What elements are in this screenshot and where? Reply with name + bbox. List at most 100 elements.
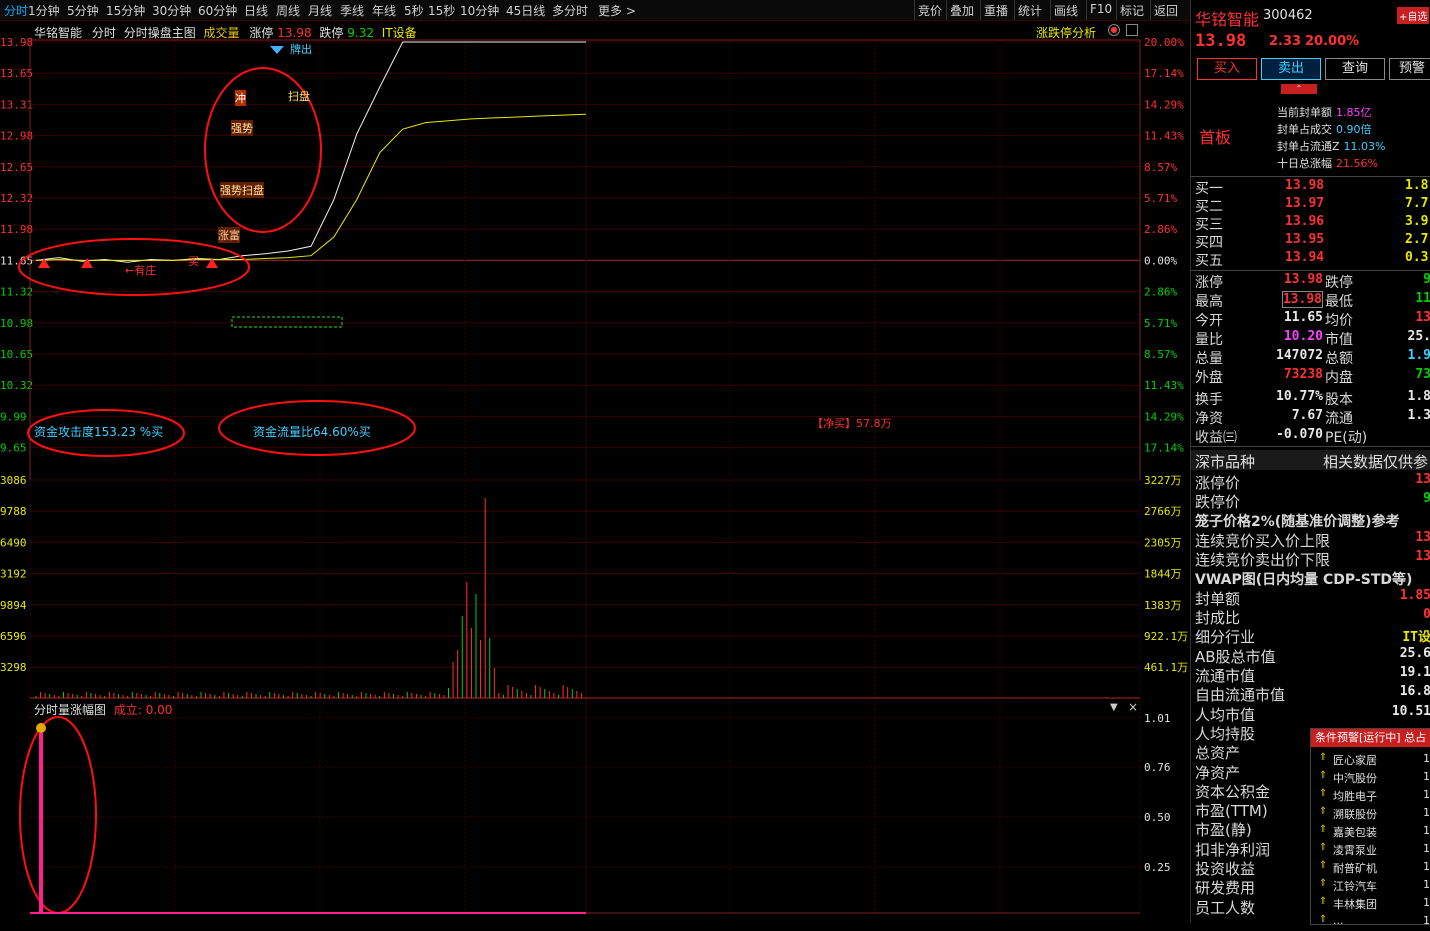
bid-row[interactable]: 买二 13.97 7.7 (1191, 196, 1430, 215)
toolbar-item-7[interactable]: 周线 (276, 2, 300, 19)
stats-value: -0.070 (1276, 427, 1323, 442)
seal-info-value: 1.85亿 (1336, 106, 1372, 119)
toolbar-item-0[interactable]: 分时 (4, 2, 28, 19)
price-change-pct: 20.00% (1305, 34, 1360, 49)
toolbar-right-item-4[interactable]: 画线 (1054, 2, 1078, 19)
toolbar-item-4[interactable]: 30分钟 (152, 2, 191, 19)
stats-label: 外盘 (1195, 370, 1223, 386)
header-indicator[interactable]: 分时操盘主图 (124, 26, 196, 40)
stats-row: 量比 10.20 市值 25. (1191, 329, 1430, 348)
alert-stock-name: 江铃汽车 (1333, 880, 1377, 893)
toolbar-right-item-7[interactable]: 返回 (1154, 2, 1178, 19)
alert-item[interactable]: ⇑ 均胜电子 1 (1311, 787, 1430, 805)
stats-row: 净资 7.67 流通 1.3 (1191, 408, 1430, 427)
toolbar-right-item-1[interactable]: 叠加 (950, 2, 974, 19)
alert-item[interactable]: ⇑ 耐普矿机 1 (1311, 859, 1430, 877)
bid-price: 13.98 (1285, 178, 1325, 193)
info-value: 9 (1423, 491, 1430, 506)
volume-tick-right: 461.1万 (1144, 661, 1188, 674)
price-tick-right: 11.43% (1144, 130, 1184, 143)
seal-info-label: 封单占流通Z (1277, 140, 1340, 153)
stats-label-2: 均价 (1325, 313, 1353, 329)
info-label: 市盈(静) (1195, 821, 1252, 840)
toolbar-item-8[interactable]: 月线 (308, 2, 332, 19)
alert-item[interactable]: ⇑ 中汽股份 1 (1311, 769, 1430, 787)
net-buy-label: 【净买】57.8万 (812, 417, 892, 430)
toolbar-item-9[interactable]: 季线 (340, 2, 364, 19)
alert-button[interactable]: 预警 (1389, 58, 1430, 80)
alert-stock-name: 凌霄泵业 (1333, 844, 1377, 857)
toolbar-item-5[interactable]: 60分钟 (198, 2, 237, 19)
toolbar-right-item-5[interactable]: F10 (1090, 2, 1112, 16)
volume-tick-left: 6490 (0, 536, 27, 549)
toolbar-item-16[interactable]: 更多 > (598, 2, 636, 19)
toolbar-item-10[interactable]: 年线 (372, 2, 396, 19)
alert-item[interactable]: ⇑ 溯联股份 1 (1311, 805, 1430, 823)
add-favorite-button[interactable]: +自选 (1397, 7, 1430, 24)
close-icon[interactable]: × (1128, 700, 1138, 714)
alert-item[interactable]: ⇑ 嘉美包装 1 (1311, 823, 1430, 841)
capital-flow-label: 资金流量比64.60%买 (253, 425, 371, 439)
toolbar-item-15[interactable]: 多分时 (552, 2, 588, 19)
toolbar-item-13[interactable]: 10分钟 (460, 2, 499, 19)
toolbar-item-14[interactable]: 45日线 (506, 2, 545, 19)
toolbar-item-3[interactable]: 15分钟 (106, 2, 145, 19)
up-arrow-icon: ⇑ (1319, 914, 1328, 925)
info-label: 净资产 (1195, 763, 1241, 782)
info-row: 封单额 1.85 (1191, 588, 1430, 608)
toolbar-item-12[interactable]: 15秒 (428, 2, 455, 19)
info-value: 13 (1415, 549, 1430, 565)
intraday-chart[interactable]: 13.98 20.00% 13.65 17.14% 13.31 14.29% 12.98 11… (0, 20, 1190, 923)
price-tick-left: 13.65 (0, 67, 33, 80)
toolbar-item-2[interactable]: 5分钟 (67, 2, 99, 19)
volume-tick-left: 3086 (0, 474, 27, 487)
info-label: 员工人数 (1195, 898, 1256, 917)
stats-value: 10.20 (1283, 329, 1323, 344)
price-tick-left: 10.65 (0, 348, 33, 361)
toolbar-item-1[interactable]: 1分钟 (28, 2, 60, 19)
toolbar-right-item-6[interactable]: 标记 (1120, 2, 1144, 19)
sell-button[interactable]: 卖出 (1261, 58, 1321, 80)
price-tick-right: 8.57% (1144, 161, 1177, 174)
header-limit-up-value: 13.98 (277, 26, 312, 40)
sub-chart-title: 分时量涨幅图 (34, 703, 107, 717)
toolbar-right-item-2[interactable]: 重播 (984, 2, 1008, 19)
bid-row[interactable]: 买四 13.95 2.7 (1191, 232, 1430, 251)
buy-signal-label: 买 (188, 255, 199, 268)
capital-attack-label: 资金攻击度153.23 %买 (34, 425, 164, 439)
window-toggle-icon[interactable] (1126, 24, 1138, 36)
bid-row[interactable]: 买三 13.96 3.9 (1191, 214, 1430, 233)
alert-item[interactable]: ⇑ 凌霄泵业 1 (1311, 841, 1430, 859)
info-value: 13 (1415, 472, 1430, 487)
info-value: 19.1 (1399, 665, 1430, 680)
alert-item[interactable]: ⇑ 丰林集团 1 (1311, 895, 1430, 913)
alert-item[interactable]: ⇑ 匠心家居 1 (1311, 751, 1430, 769)
stats-label: 量比 (1195, 332, 1223, 348)
bid-row[interactable]: 买一 13.98 1.8 (1191, 178, 1430, 197)
dropdown-arrow-icon[interactable]: ▼ (1110, 702, 1118, 713)
alert-stock-name: 嘉美包装 (1333, 826, 1377, 839)
alert-item[interactable]: ⇑ 江铃汽车 1 (1311, 877, 1430, 895)
sub-chart-deal-value: 0.00 (145, 703, 173, 717)
stats-value: 13.98 (1281, 291, 1323, 308)
bid-volume: 2.7 (1405, 232, 1429, 247)
bid-price: 13.96 (1285, 214, 1325, 229)
limit-analysis-link[interactable]: 涨跌停分析 (1036, 24, 1096, 41)
collapse-chevron-icon[interactable]: ⌃ (1281, 84, 1317, 94)
header-period: 分时 (91, 26, 116, 40)
toolbar-right-item-0[interactable]: 竞价 (918, 2, 942, 19)
toolbar-item-11[interactable]: 5秒 (404, 2, 424, 19)
alert-item[interactable]: ⇑... 1 (1311, 913, 1430, 931)
toolbar-right-item-3[interactable]: 统计 (1018, 2, 1042, 19)
buy-button[interactable]: 买入 (1197, 58, 1257, 80)
stats-label: 净资 (1195, 411, 1223, 427)
query-button[interactable]: 查询 (1325, 58, 1385, 80)
bid-row[interactable]: 买五 13.94 0.3 (1191, 250, 1430, 269)
price-tick-right: 14.29% (1144, 410, 1184, 423)
volume-tick-right: 1844万 (1144, 568, 1182, 581)
alert-count: 1 (1423, 842, 1430, 855)
stats-value-2: 1.3 (1407, 408, 1430, 423)
up-arrow-icon: ⇑ (1319, 806, 1328, 817)
record-icon[interactable]: ● (1108, 24, 1120, 36)
toolbar-item-6[interactable]: 日线 (244, 2, 268, 19)
